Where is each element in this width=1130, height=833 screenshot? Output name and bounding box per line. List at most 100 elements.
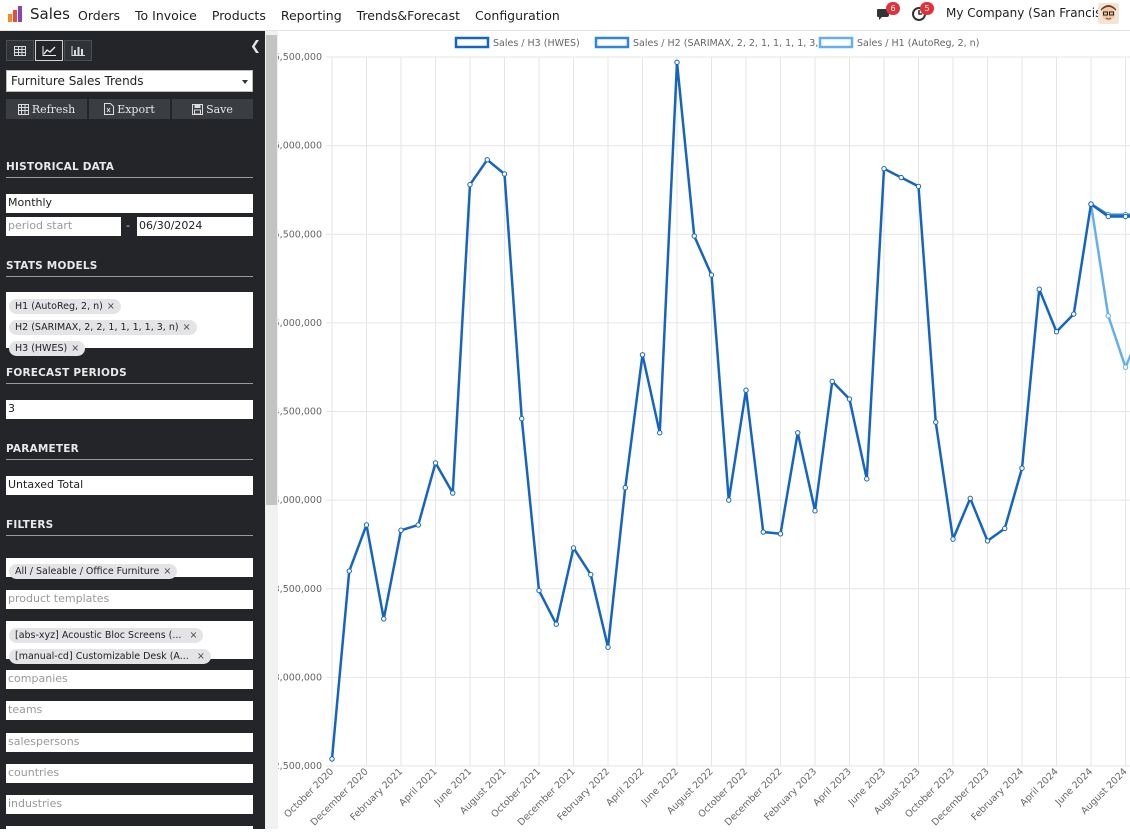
data-point[interactable] — [777, 531, 784, 537]
period-select[interactable]: Monthly — [6, 194, 253, 213]
data-point[interactable] — [329, 756, 335, 762]
data-point[interactable] — [398, 527, 404, 533]
data-point[interactable] — [1105, 213, 1111, 220]
companies-input[interactable]: companies — [6, 670, 253, 689]
forecast-periods-input[interactable]: 3 — [6, 400, 253, 419]
y-axis-ticks: 2,500,000 3,000,000 3,500,000 4,000,000 4,50… — [274, 52, 322, 772]
data-point[interactable] — [381, 616, 387, 622]
data-point[interactable] — [484, 157, 490, 163]
refresh-button[interactable]: Refresh — [6, 99, 87, 119]
data-point[interactable] — [743, 387, 749, 393]
table-view-button[interactable] — [6, 40, 34, 61]
data-point[interactable] — [829, 378, 835, 385]
data-point[interactable] — [898, 174, 904, 181]
remove-tag-icon[interactable]: × — [107, 301, 115, 312]
data-point[interactable] — [657, 430, 663, 436]
data-point[interactable] — [450, 490, 456, 496]
menu-reporting[interactable]: Reporting — [281, 8, 342, 23]
remove-tag-icon[interactable]: × — [189, 630, 197, 641]
data-point[interactable] — [605, 644, 611, 650]
line-chart-icon — [42, 45, 56, 56]
bar-chart-view-button[interactable] — [64, 40, 92, 61]
product-templates-input[interactable]: product templates — [6, 590, 253, 609]
data-point[interactable] — [726, 497, 732, 503]
data-point[interactable] — [432, 460, 439, 466]
stats-model-tag: H1 (AutoReg, 2, n) × — [9, 299, 121, 314]
remove-tag-icon[interactable]: × — [71, 343, 79, 354]
data-point[interactable] — [501, 171, 508, 177]
countries-input[interactable]: countries — [6, 764, 253, 783]
data-point[interactable] — [570, 545, 577, 551]
data-point[interactable] — [846, 396, 853, 402]
save-button[interactable]: Save — [172, 99, 253, 119]
legend-item[interactable]: Sales / H3 (HWES) — [454, 36, 580, 49]
stats-model-tag-label: H1 (AutoReg, 2, n) — [15, 301, 103, 312]
legend-item[interactable]: Sales / H1 (AutoReg, 2, n) — [818, 36, 979, 49]
data-point[interactable] — [588, 571, 594, 578]
data-point[interactable] — [363, 522, 370, 528]
data-point[interactable] — [881, 165, 887, 172]
line-chart-view-button[interactable] — [35, 40, 63, 61]
data-point[interactable] — [1002, 525, 1008, 532]
remove-tag-icon[interactable]: × — [183, 322, 191, 333]
menu-configuration[interactable]: Configuration — [475, 8, 560, 23]
data-point[interactable] — [1019, 465, 1025, 471]
category-filter-input[interactable]: All / Saleable / Office Furniture × — [6, 558, 253, 579]
teams-input[interactable]: teams — [6, 701, 253, 720]
menu-to-invoice[interactable]: To Invoice — [135, 8, 197, 23]
period-start-input[interactable]: period start — [6, 217, 121, 236]
salespersons-input[interactable]: salespersons — [6, 733, 253, 752]
data-point[interactable] — [915, 183, 922, 190]
data-point[interactable] — [467, 181, 473, 188]
collapse-sidebar-icon[interactable]: ❮ — [250, 39, 261, 54]
data-point[interactable] — [622, 485, 628, 491]
data-point[interactable] — [1053, 329, 1060, 335]
data-point[interactable] — [415, 522, 421, 528]
data-point[interactable] — [967, 495, 973, 502]
data-point[interactable] — [984, 538, 991, 544]
stats-model-tag: H2 (SARIMAX, 2, 2, 1, 1, 1, 1, 3, n) × — [9, 320, 197, 335]
category-tag-label: All / Saleable / Office Furniture — [15, 566, 160, 577]
menu-products[interactable]: Products — [212, 8, 266, 23]
remove-tag-icon[interactable]: × — [197, 651, 205, 662]
data-point[interactable] — [1105, 313, 1111, 319]
data-point[interactable] — [519, 415, 525, 422]
app-logo-icon[interactable] — [6, 5, 24, 23]
data-point[interactable] — [691, 233, 697, 239]
data-point[interactable] — [1122, 364, 1129, 370]
company-switcher[interactable]: My Company (San Francisco) — [946, 6, 1120, 20]
category-tag: All / Saleable / Office Furniture × — [9, 564, 178, 579]
data-point[interactable] — [1122, 213, 1129, 220]
menu-trends-forecast[interactable]: Trends&Forecast — [357, 8, 460, 23]
data-point[interactable] — [1036, 286, 1042, 292]
data-point[interactable] — [812, 508, 818, 514]
data-point[interactable] — [346, 568, 352, 574]
data-point[interactable] — [553, 621, 559, 627]
product-tag: [abs-xyz] Acoustic Bloc Screens (... × — [9, 628, 204, 643]
y-tick-label: 4,000,000 — [278, 495, 322, 506]
products-filter-input[interactable]: [abs-xyz] Acoustic Bloc Screens (... × [m… — [6, 621, 253, 664]
remove-tag-icon[interactable]: × — [163, 566, 171, 577]
data-point[interactable] — [950, 536, 956, 542]
legend-item[interactable]: Sales / H2 (SARIMAX, 2, 2, 1, 1, 1, 1, 3… — [594, 36, 831, 49]
sidebar-scrollbar-thumb[interactable] — [266, 35, 277, 505]
data-point[interactable] — [760, 529, 766, 535]
menu-orders[interactable]: Orders — [78, 8, 120, 23]
data-point[interactable] — [536, 587, 542, 594]
report-select[interactable]: Furniture Sales Trends — [6, 70, 253, 92]
period-end-input[interactable]: 06/30/2024 — [137, 217, 253, 236]
avatar[interactable] — [1098, 3, 1119, 24]
stats-models-input[interactable]: H1 (AutoReg, 2, n) × H2 (SARIMAX, 2, 2, 1… — [6, 292, 253, 356]
export-button[interactable]: Export — [89, 99, 170, 119]
data-point[interactable] — [674, 59, 680, 66]
data-point[interactable] — [708, 272, 715, 278]
data-point[interactable] — [933, 419, 939, 425]
industries-input[interactable]: industries — [6, 795, 253, 814]
parameter-select[interactable]: Untaxed Total — [6, 476, 253, 495]
data-point[interactable] — [639, 352, 646, 358]
data-point[interactable] — [1088, 201, 1094, 207]
data-point[interactable] — [1071, 311, 1077, 317]
app-name[interactable]: Sales — [30, 5, 70, 23]
data-point[interactable] — [864, 476, 870, 482]
data-point[interactable] — [795, 430, 801, 436]
